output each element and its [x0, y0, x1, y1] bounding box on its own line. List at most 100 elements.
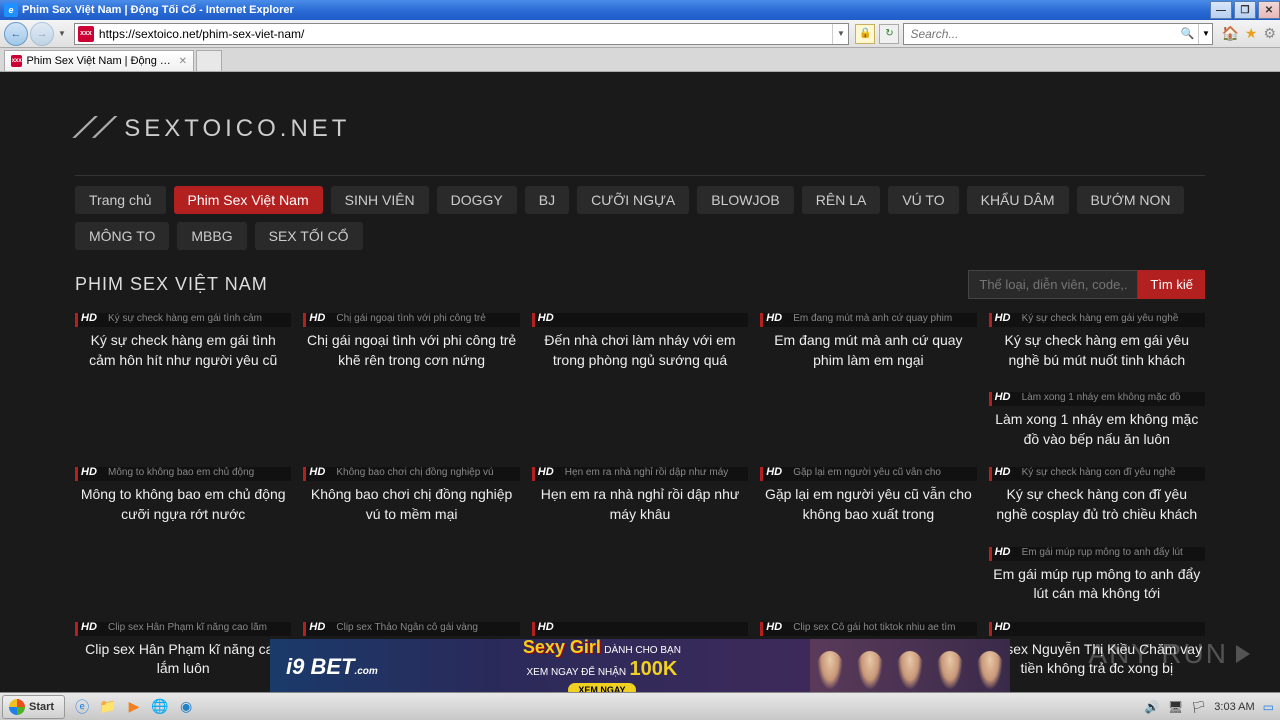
hd-badge: HD [766, 467, 782, 478]
video-thumb: HDClip sex Hân Phạm kĩ năng cao lắm [75, 622, 291, 636]
start-button[interactable]: Start [2, 695, 65, 719]
tray-clock[interactable]: 3:03 AM [1214, 701, 1254, 713]
video-card[interactable]: HDEm đang mút mà anh cứ quay phimEm đang… [760, 313, 976, 374]
video-card[interactable]: HDip sex Nguyễn Thị Kiều Chăm vay tiền k… [989, 622, 1205, 683]
forward-button[interactable]: → [30, 22, 54, 46]
new-tab-button[interactable] [196, 50, 222, 71]
hd-badge: HD [309, 467, 325, 478]
taskbar-chrome-icon[interactable]: 🌐 [149, 696, 171, 718]
hd-badge: HD [81, 313, 97, 324]
site-search-button[interactable]: Tìm kiế [1138, 270, 1205, 299]
address-bar[interactable]: xxx ▼ [74, 23, 850, 45]
video-card[interactable]: HDKý sự check hàng em gái yêu nghềKý sự … [989, 313, 1205, 374]
thumb-snippet: Không bao chơi chị đồng nghiệp vú [336, 467, 493, 478]
thumb-snippet: Em gái múp rụp mông to anh đẩy lút [1022, 547, 1183, 558]
page-title: PHIM SEX VIỆT NAM [75, 274, 268, 295]
video-title: Ký sự check hàng em gái tình cảm hôn hít… [75, 327, 291, 374]
video-thumb: HD Không bao chơi chị đồng nghiệp vú [303, 467, 519, 481]
address-dropdown-icon[interactable]: ▼ [832, 24, 848, 44]
nav-item[interactable]: RÊN LA [802, 186, 881, 214]
video-thumb: HD [532, 313, 748, 327]
thumb-snippet: Ký sự check hàng em gái tình cảm [108, 313, 262, 324]
video-card[interactable]: HDĐến nhà chơi làm nháy với em trong phò… [532, 313, 748, 374]
video-card[interactable]: HDKý sự check hàng con đĩ yêu nghềKý sự … [989, 467, 1205, 528]
video-card[interactable]: HDClip sex Hân Phạm kĩ năng cao lắmClip … [75, 622, 291, 683]
nav-item[interactable]: BƯỚM NON [1077, 186, 1185, 214]
tab-bar: xxx Phim Sex Việt Nam | Động Tố... ✕ [0, 48, 1280, 72]
site-search-input[interactable] [968, 270, 1138, 299]
video-thumb: HDEm đang mút mà anh cứ quay phim [760, 313, 976, 327]
video-card[interactable]: HDLàm xong 1 nháy em không mặc đồLàm xon… [989, 392, 1205, 453]
ad-banner[interactable]: Tắt i9 BET.com Sexy Girl DÀNH CHO BẠN XE… [270, 639, 1010, 695]
page-viewport[interactable]: ⟋⟋ SEXTOICO.NET Trang chủ Phim Sex Việt N… [0, 72, 1280, 692]
video-grid-row2: HDMông to không bao em chủ độngMông to k… [75, 467, 1205, 528]
nav-item[interactable]: Phim Sex Việt Nam [174, 186, 323, 214]
nav-item[interactable]: MÔNG TO [75, 222, 169, 250]
tray-flag-icon[interactable]: 🏳 [1191, 700, 1206, 714]
ad-logo: i9 BET.com [270, 654, 394, 680]
nav-item[interactable]: CƯỠI NGỰA [577, 186, 689, 214]
url-input[interactable] [97, 27, 833, 41]
taskbar-edge-icon[interactable]: ◉ [175, 696, 197, 718]
minimize-button[interactable]: — [1210, 1, 1232, 19]
thumb-snippet: Gặp lại em người yêu cũ vẫn cho [793, 467, 941, 478]
video-card[interactable]: HDChị gái ngoại tình với phi công trẻChị… [303, 313, 519, 374]
maximize-button[interactable]: ❐ [1234, 1, 1256, 19]
video-thumb: HDLàm xong 1 nháy em không mặc đồ [989, 392, 1205, 406]
hd-badge: HD [538, 622, 554, 633]
home-icon[interactable]: 🏠 [1221, 25, 1238, 42]
nav-item[interactable]: SEX TỐI CỔ [255, 222, 363, 250]
lock-icon[interactable]: 🔒 [855, 24, 875, 44]
video-thumb: HD [989, 622, 1205, 636]
tray-network-icon[interactable]: 🖥 [1168, 700, 1183, 714]
video-card[interactable]: HDEm gái múp rụp mông to anh đẩy lútEm g… [989, 547, 1205, 608]
browser-tab[interactable]: xxx Phim Sex Việt Nam | Động Tố... ✕ [4, 50, 194, 71]
video-title: Clip sex Hân Phạm kĩ năng cao lắm luôn [75, 636, 291, 683]
tray-show-desktop[interactable]: ▭ [1263, 700, 1274, 714]
nav-item[interactable]: KHẨU DÂM [967, 186, 1069, 214]
tab-close-icon[interactable]: ✕ [179, 56, 187, 67]
site-logo[interactable]: ⟋⟋ SEXTOICO.NET [75, 92, 1205, 175]
nav-item[interactable]: MBBG [177, 222, 246, 250]
logo-icon: ⟋⟋ [72, 112, 117, 145]
search-dropdown-icon[interactable]: ▼ [1198, 24, 1212, 44]
windows-icon [9, 699, 25, 715]
hd-badge: HD [538, 467, 554, 478]
video-thumb: HDHẹn em ra nhà nghỉ rồi dập như máy [532, 467, 748, 481]
video-card[interactable]: HDHẹn em ra nhà nghỉ rồi dập như máyHẹn … [532, 467, 748, 528]
nav-item[interactable]: DOGGY [437, 186, 517, 214]
video-card[interactable]: HD Không bao chơi chị đồng nghiệp vúKhông… [303, 467, 519, 528]
video-card[interactable]: HDGặp lại em người yêu cũ vẫn choGặp lại… [760, 467, 976, 528]
taskbar-explorer-icon[interactable]: 📁 [97, 696, 119, 718]
video-card[interactable]: HD Ký sự check hàng em gái tình cảm Ký sự … [75, 313, 291, 374]
taskbar-media-icon[interactable]: ▶ [123, 696, 145, 718]
tray-volume-icon[interactable]: 🔊 [1145, 700, 1160, 714]
video-title: Đến nhà chơi làm nháy với em trong phòng… [532, 327, 748, 374]
ad-image [810, 639, 1010, 695]
taskbar-ie-icon[interactable]: ⓔ [71, 696, 93, 718]
nav-item[interactable]: VÚ TO [888, 186, 958, 214]
nav-dropdown-icon[interactable]: ▼ [56, 29, 68, 38]
refresh-button[interactable]: ↻ [879, 24, 899, 44]
tools-icon[interactable]: ⚙ [1263, 25, 1276, 42]
favorites-icon[interactable]: ★ [1245, 25, 1258, 42]
site-favicon: xxx [78, 26, 94, 42]
close-button[interactable]: ✕ [1258, 1, 1280, 19]
search-icon[interactable]: 🔍 [1180, 27, 1198, 40]
nav-item[interactable]: BJ [525, 186, 569, 214]
nav-item[interactable]: SINH VIÊN [331, 186, 429, 214]
back-button[interactable]: ← [4, 22, 28, 46]
video-thumb: HDKý sự check hàng con đĩ yêu nghề [989, 467, 1205, 481]
hd-badge: HD [766, 622, 782, 633]
hd-badge: HD [995, 622, 1011, 633]
browser-search-input[interactable] [904, 27, 1180, 41]
nav-item[interactable]: Trang chủ [75, 186, 166, 214]
video-thumb: HD Ký sự check hàng em gái tình cảm [75, 313, 291, 327]
video-thumb: HD [532, 622, 748, 636]
window-title: Phim Sex Việt Nam | Động Tối Cổ - Intern… [22, 4, 1208, 16]
nav-item[interactable]: BLOWJOB [697, 186, 793, 214]
browser-search[interactable]: 🔍 ▼ [903, 23, 1213, 45]
thumb-snippet: Clip sex Thảo Ngân cô gái vàng [336, 622, 478, 633]
video-card[interactable]: HDMông to không bao em chủ độngMông to k… [75, 467, 291, 528]
hd-badge: HD [995, 313, 1011, 324]
